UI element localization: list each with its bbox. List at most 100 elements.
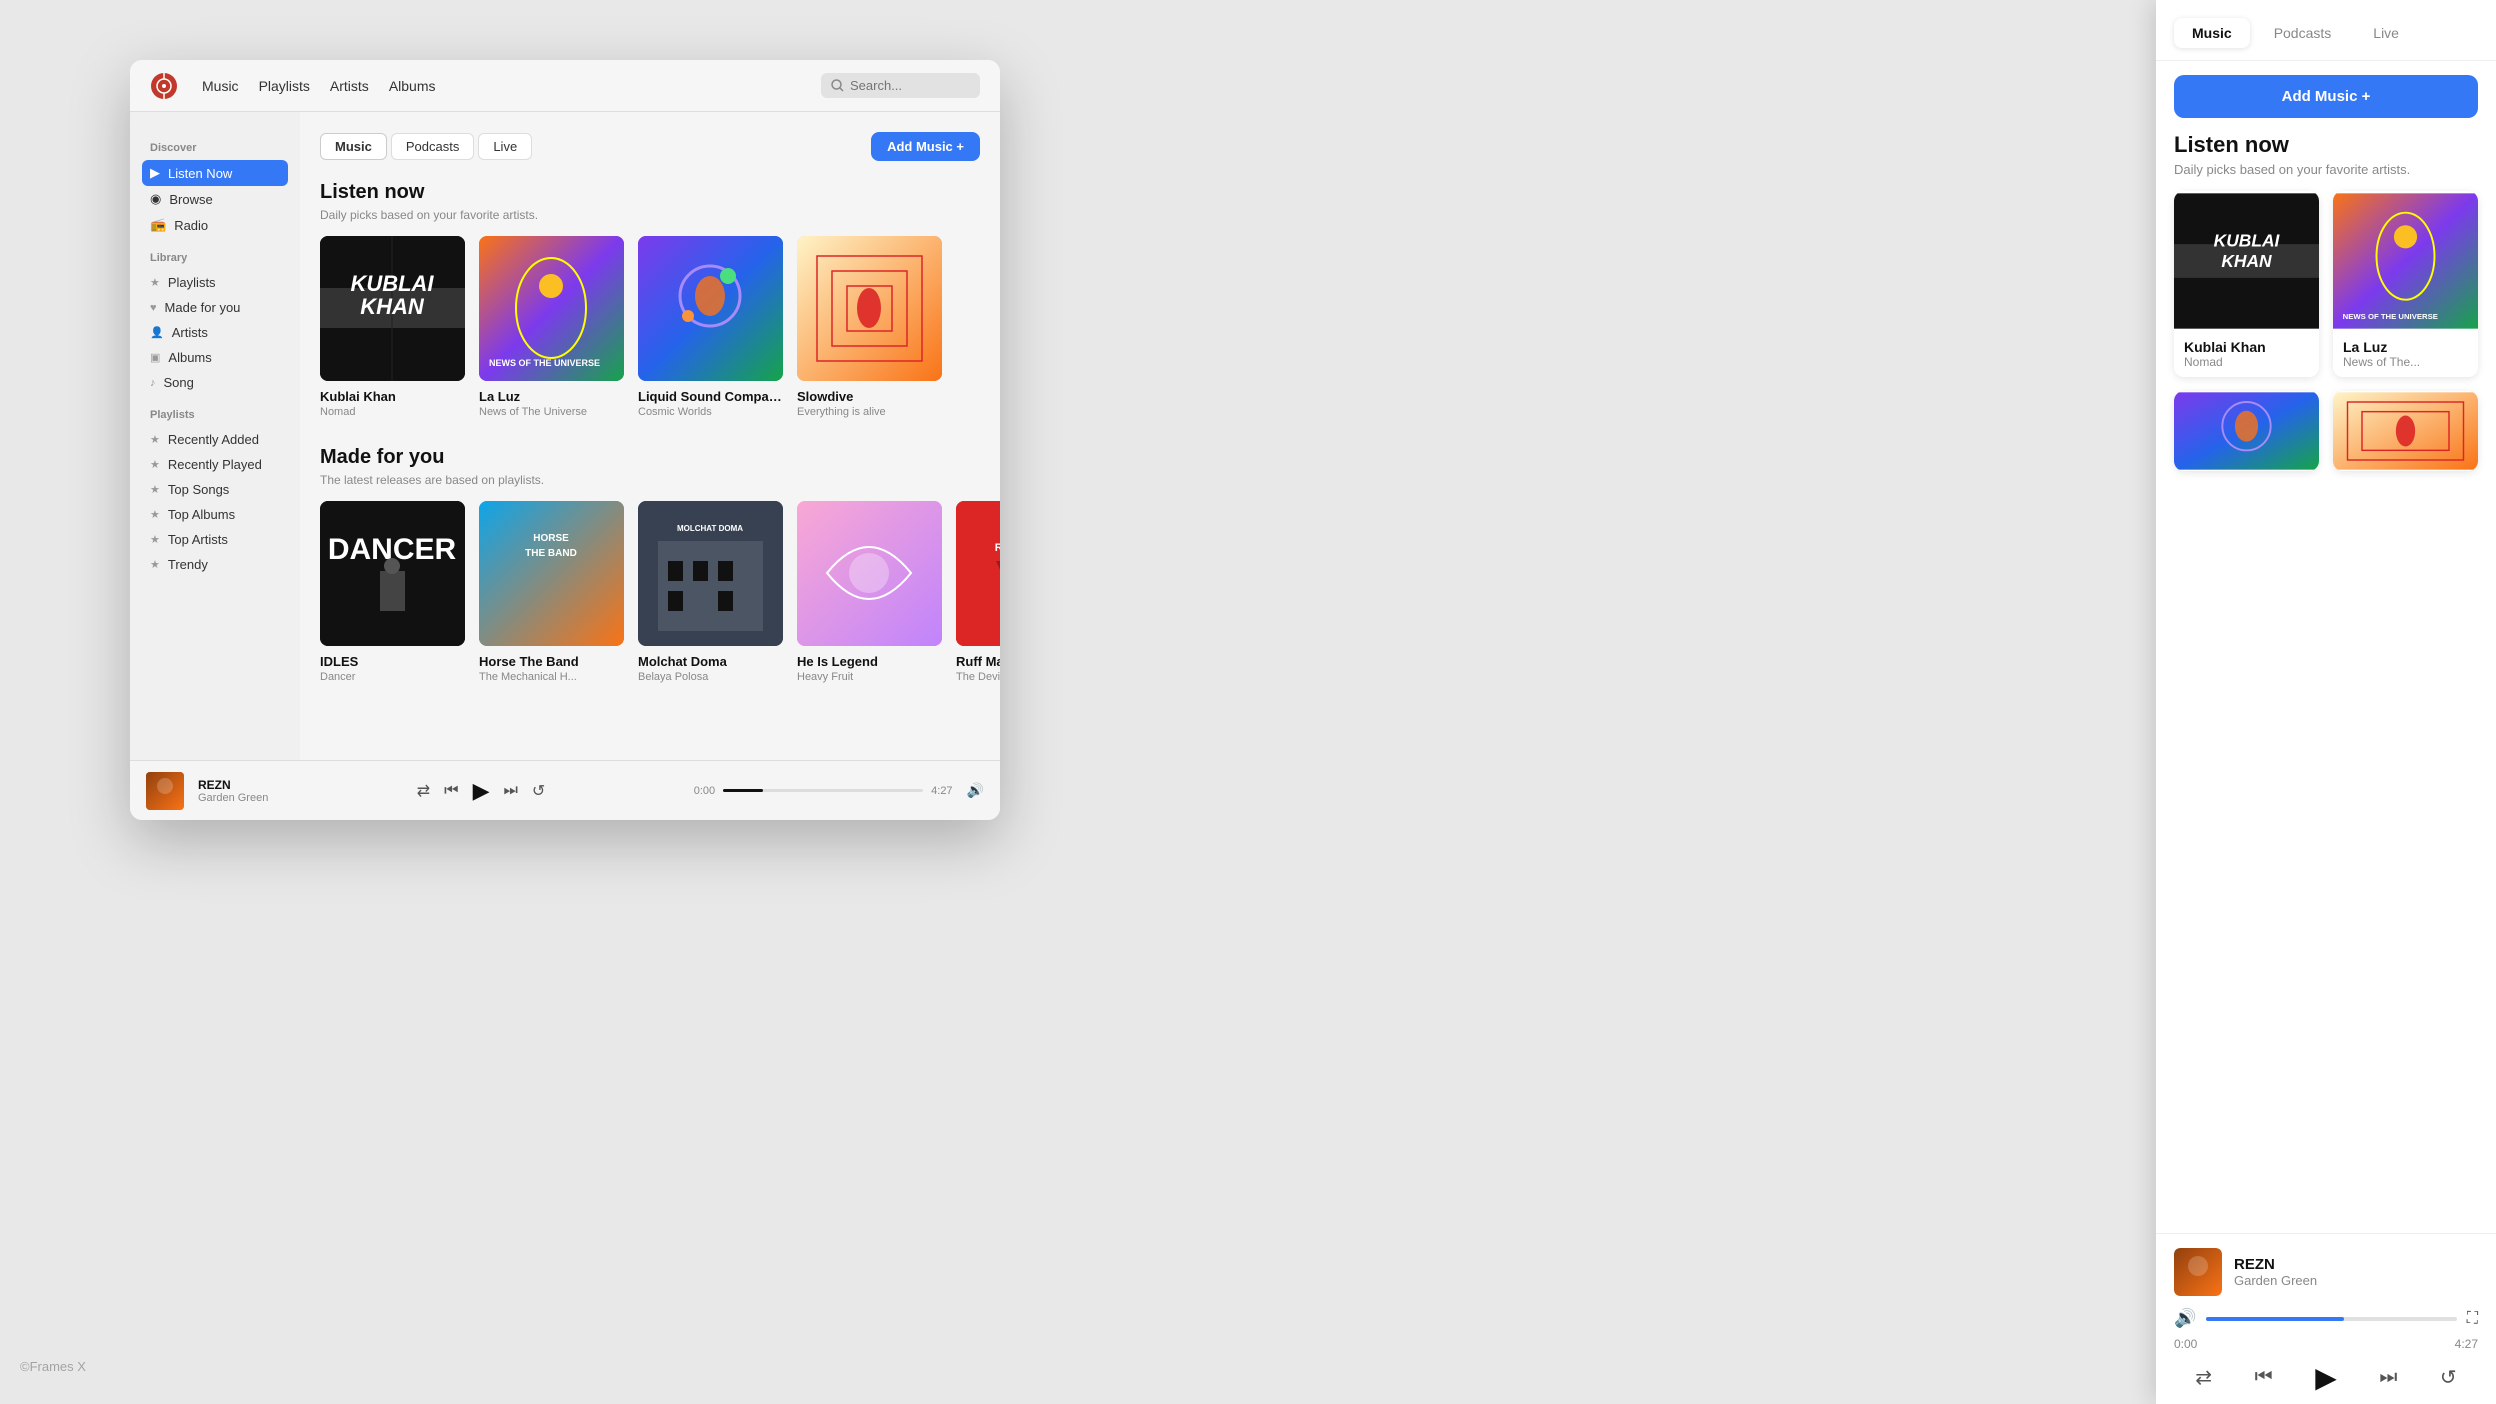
time-current: 0:00 bbox=[694, 785, 715, 797]
album-card-ruff[interactable]: RUFF MAJIK Ruff Majik The Devil's Cattle bbox=[956, 501, 1000, 683]
watermark: ©Frames X bbox=[20, 1359, 86, 1374]
overlay-partial-card-slowdive[interactable] bbox=[2333, 391, 2478, 471]
sidebar-albums-label: Albums bbox=[168, 350, 211, 365]
nav-artists[interactable]: Artists bbox=[330, 78, 369, 94]
sidebar-item-albums[interactable]: ▣ Albums bbox=[142, 345, 288, 370]
overlay-card-la-luz[interactable]: NEWS OF THE UNIVERSE La Luz News of The.… bbox=[2333, 191, 2478, 377]
album-card-heil[interactable]: He Is Legend Heavy Fruit bbox=[797, 501, 942, 683]
add-music-button[interactable]: Add Music + bbox=[871, 132, 980, 161]
sidebar-item-top-songs[interactable]: ★ Top Songs bbox=[142, 477, 288, 502]
overlay-tab-live[interactable]: Live bbox=[2355, 18, 2417, 48]
star-recently-played-icon: ★ bbox=[150, 458, 160, 471]
overlay-partial-grid bbox=[2156, 391, 2496, 471]
search-icon bbox=[831, 79, 844, 92]
tab-live[interactable]: Live bbox=[478, 133, 532, 160]
overlay-card-name-la-luz: La Luz bbox=[2343, 339, 2468, 355]
album-artist-idles: Dancer bbox=[320, 671, 465, 683]
overlay-track-artist: Garden Green bbox=[2234, 1273, 2317, 1288]
overlay-progress-fill bbox=[2206, 1317, 2344, 1321]
tabs-row: Music Podcasts Live Add Music + bbox=[320, 132, 980, 161]
album-art-liquid bbox=[638, 236, 783, 381]
app-logo-icon bbox=[150, 72, 178, 100]
search-bar[interactable] bbox=[821, 73, 980, 98]
sidebar-item-made-for-you[interactable]: ♥ Made for you bbox=[142, 295, 288, 320]
volume-icon[interactable]: 🔊 bbox=[967, 782, 984, 799]
overlay-now-playing: REZN Garden Green bbox=[2174, 1248, 2478, 1296]
play-icon: ▶ bbox=[150, 165, 160, 181]
sidebar-top-albums-label: Top Albums bbox=[168, 507, 235, 522]
album-name-heil: He Is Legend bbox=[797, 654, 942, 669]
sidebar-item-listen-now[interactable]: ▶ Listen Now bbox=[142, 160, 288, 186]
nav-playlists[interactable]: Playlists bbox=[259, 78, 310, 94]
nav-albums[interactable]: Albums bbox=[389, 78, 436, 94]
svg-text:KUBLAI: KUBLAI bbox=[2214, 231, 2281, 251]
overlay-tab-music[interactable]: Music bbox=[2174, 18, 2250, 48]
sidebar-item-top-artists[interactable]: ★ Top Artists bbox=[142, 527, 288, 552]
sidebar-item-recently-played[interactable]: ★ Recently Played bbox=[142, 452, 288, 477]
next-button[interactable]: ⏭ bbox=[503, 782, 517, 800]
album-icon: ▣ bbox=[150, 351, 160, 364]
album-artist-kublai: Nomad bbox=[320, 406, 465, 418]
overlay-card-info-la-luz: La Luz News of The... bbox=[2333, 331, 2478, 377]
overlay-card-kublai[interactable]: KUBLAI KHAN Kublai Khan Nomad bbox=[2174, 191, 2319, 377]
overlay-time-current: 0:00 bbox=[2174, 1337, 2197, 1351]
overlay-shuffle-button[interactable]: ⇄ bbox=[2195, 1365, 2212, 1390]
overlay-tabs: Music Podcasts Live bbox=[2156, 0, 2496, 61]
overlay-art-kublai: KUBLAI KHAN bbox=[2174, 191, 2319, 331]
sidebar-top-artists-label: Top Artists bbox=[168, 532, 228, 547]
overlay-progress-bar[interactable] bbox=[2206, 1317, 2456, 1321]
sidebar-item-radio[interactable]: 📻 Radio bbox=[142, 212, 288, 238]
sidebar-item-trendy[interactable]: ★ Trendy bbox=[142, 552, 288, 577]
album-card-slowdive[interactable]: Slowdive Everything is alive bbox=[797, 236, 942, 418]
album-artist-la-luz: News of The Universe bbox=[479, 406, 624, 418]
sidebar-song-label: Song bbox=[164, 375, 194, 390]
album-card-idles[interactable]: DANCER IDLES Dancer bbox=[320, 501, 465, 683]
listen-now-grid: KUBLAI KHAN Kublai Khan Nomad bbox=[320, 236, 980, 418]
overlay-player-thumb bbox=[2174, 1248, 2222, 1296]
album-artist-ruff: The Devil's Cattle bbox=[956, 671, 1000, 683]
overlay-repeat-button[interactable]: ↺ bbox=[2440, 1365, 2457, 1390]
overlay-prev-button[interactable]: ⏮ bbox=[2255, 1366, 2273, 1389]
prev-button[interactable]: ⏮ bbox=[444, 782, 458, 800]
overlay-add-music-button[interactable]: Add Music + bbox=[2174, 75, 2478, 118]
search-input[interactable] bbox=[850, 78, 970, 93]
sidebar-artists-label: Artists bbox=[172, 325, 208, 340]
album-art-kublai: KUBLAI KHAN bbox=[320, 236, 465, 381]
album-name-la-luz: La Luz bbox=[479, 389, 624, 404]
star-top-songs-icon: ★ bbox=[150, 483, 160, 496]
album-card-liquid[interactable]: Liquid Sound Company Cosmic Worlds bbox=[638, 236, 783, 418]
progress-bar[interactable] bbox=[723, 789, 923, 792]
album-name-horse: Horse The Band bbox=[479, 654, 624, 669]
star-icon: ★ bbox=[150, 276, 160, 289]
overlay-fullscreen-icon[interactable]: ⛶ bbox=[2467, 1310, 2478, 1328]
sidebar-item-top-albums[interactable]: ★ Top Albums bbox=[142, 502, 288, 527]
shuffle-button[interactable]: ⇄ bbox=[417, 781, 430, 801]
nav-links: Music Playlists Artists Albums bbox=[202, 78, 436, 94]
tab-podcasts[interactable]: Podcasts bbox=[391, 133, 474, 160]
overlay-card-artist-kublai: Nomad bbox=[2184, 355, 2309, 369]
nav-music[interactable]: Music bbox=[202, 78, 239, 94]
sidebar-item-recently-added[interactable]: ★ Recently Added bbox=[142, 427, 288, 452]
overlay-partial-card-liquid[interactable] bbox=[2174, 391, 2319, 471]
sidebar-item-artists[interactable]: 👤 Artists bbox=[142, 320, 288, 345]
repeat-button[interactable]: ↺ bbox=[532, 781, 545, 801]
album-card-kublai[interactable]: KUBLAI KHAN Kublai Khan Nomad bbox=[320, 236, 465, 418]
album-card-molchat[interactable]: MOLCHAT DOMA Molchat Doma Belaya Polosa bbox=[638, 501, 783, 683]
sidebar-item-browse[interactable]: ◉ Browse bbox=[142, 186, 288, 212]
player-thumbnail bbox=[146, 772, 184, 810]
play-pause-button[interactable]: ▶ bbox=[473, 778, 490, 804]
album-card-la-luz[interactable]: NEWS OF THE UNIVERSE La Luz News of The … bbox=[479, 236, 624, 418]
overlay-next-button[interactable]: ⏭ bbox=[2379, 1366, 2397, 1389]
svg-text:NEWS OF THE UNIVERSE: NEWS OF THE UNIVERSE bbox=[2343, 312, 2438, 321]
album-card-horse[interactable]: HORSE THE BAND Horse The Band The Mechan… bbox=[479, 501, 624, 683]
overlay-play-pause-button[interactable]: ▶ bbox=[2315, 1361, 2337, 1394]
svg-text:RUFF MAJIK: RUFF MAJIK bbox=[995, 542, 1000, 554]
sidebar-item-playlists[interactable]: ★ Playlists bbox=[142, 270, 288, 295]
overlay-tab-podcasts[interactable]: Podcasts bbox=[2256, 18, 2350, 48]
overlay-volume-icon[interactable]: 🔊 bbox=[2174, 1308, 2196, 1329]
svg-text:HORSE: HORSE bbox=[533, 533, 569, 544]
sidebar-radio-label: Radio bbox=[174, 218, 208, 233]
sidebar-item-song[interactable]: ♪ Song bbox=[142, 370, 288, 395]
tab-music[interactable]: Music bbox=[320, 133, 387, 160]
overlay-panel: Music Podcasts Live Add Music + Listen n… bbox=[2156, 0, 2496, 1404]
